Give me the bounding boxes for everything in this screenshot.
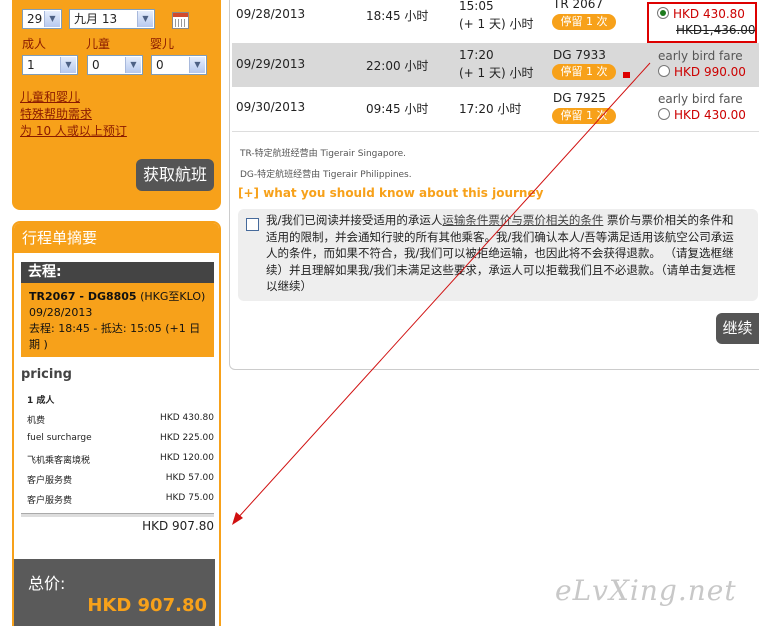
watermark: eLvXing.net [555, 574, 737, 607]
arrow-line [235, 62, 651, 521]
annotation-arrow [232, 62, 651, 525]
